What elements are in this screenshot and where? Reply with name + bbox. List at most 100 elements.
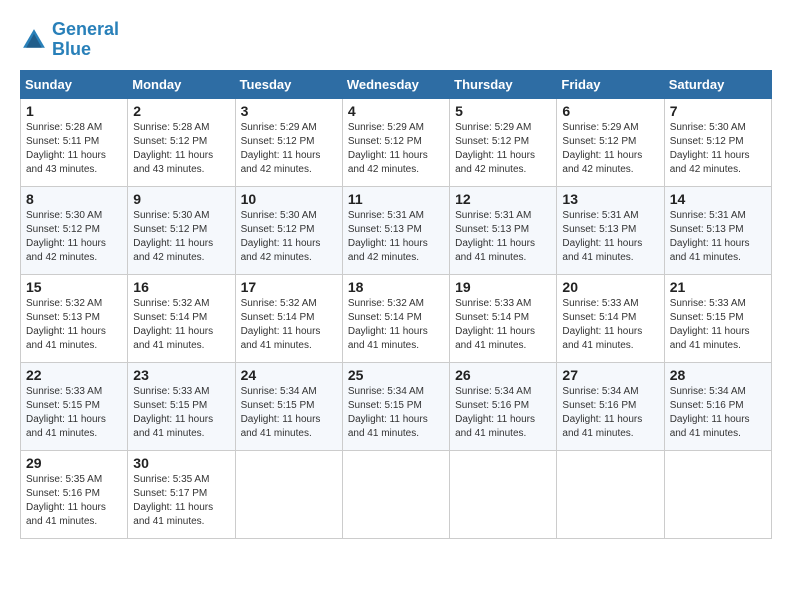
week-row-2: 8 Sunrise: 5:30 AMSunset: 5:12 PMDayligh… (21, 186, 772, 274)
day-number: 25 (348, 367, 444, 383)
week-row-3: 15 Sunrise: 5:32 AMSunset: 5:13 PMDaylig… (21, 274, 772, 362)
day-info: Sunrise: 5:28 AMSunset: 5:11 PMDaylight:… (26, 121, 122, 177)
day-cell-30: 30 Sunrise: 5:35 AMSunset: 5:17 PMDaylig… (128, 450, 235, 538)
day-number: 30 (133, 455, 229, 471)
weekday-friday: Friday (557, 70, 664, 98)
day-info: Sunrise: 5:28 AMSunset: 5:12 PMDaylight:… (133, 121, 229, 177)
empty-cell (664, 450, 771, 538)
day-info: Sunrise: 5:34 AMSunset: 5:15 PMDaylight:… (348, 385, 444, 441)
day-cell-4: 4 Sunrise: 5:29 AMSunset: 5:12 PMDayligh… (342, 98, 449, 186)
day-info: Sunrise: 5:32 AMSunset: 5:14 PMDaylight:… (241, 297, 337, 353)
day-number: 17 (241, 279, 337, 295)
day-number: 24 (241, 367, 337, 383)
day-number: 7 (670, 103, 766, 119)
day-cell-6: 6 Sunrise: 5:29 AMSunset: 5:12 PMDayligh… (557, 98, 664, 186)
day-number: 9 (133, 191, 229, 207)
day-cell-18: 18 Sunrise: 5:32 AMSunset: 5:14 PMDaylig… (342, 274, 449, 362)
day-cell-23: 23 Sunrise: 5:33 AMSunset: 5:15 PMDaylig… (128, 362, 235, 450)
weekday-thursday: Thursday (450, 70, 557, 98)
day-number: 23 (133, 367, 229, 383)
logo-icon (20, 26, 48, 54)
empty-cell (235, 450, 342, 538)
weekday-monday: Monday (128, 70, 235, 98)
day-cell-17: 17 Sunrise: 5:32 AMSunset: 5:14 PMDaylig… (235, 274, 342, 362)
day-info: Sunrise: 5:34 AMSunset: 5:16 PMDaylight:… (670, 385, 766, 441)
day-info: Sunrise: 5:32 AMSunset: 5:13 PMDaylight:… (26, 297, 122, 353)
day-number: 3 (241, 103, 337, 119)
weekday-tuesday: Tuesday (235, 70, 342, 98)
day-number: 21 (670, 279, 766, 295)
day-number: 6 (562, 103, 658, 119)
week-row-1: 1 Sunrise: 5:28 AMSunset: 5:11 PMDayligh… (21, 98, 772, 186)
weekday-row: SundayMondayTuesdayWednesdayThursdayFrid… (21, 70, 772, 98)
day-cell-13: 13 Sunrise: 5:31 AMSunset: 5:13 PMDaylig… (557, 186, 664, 274)
day-number: 26 (455, 367, 551, 383)
day-info: Sunrise: 5:31 AMSunset: 5:13 PMDaylight:… (670, 209, 766, 265)
day-number: 19 (455, 279, 551, 295)
day-number: 2 (133, 103, 229, 119)
logo-text: General Blue (52, 20, 119, 60)
day-number: 16 (133, 279, 229, 295)
day-number: 29 (26, 455, 122, 471)
day-info: Sunrise: 5:33 AMSunset: 5:14 PMDaylight:… (562, 297, 658, 353)
day-number: 5 (455, 103, 551, 119)
calendar-header: SundayMondayTuesdayWednesdayThursdayFrid… (21, 70, 772, 98)
day-info: Sunrise: 5:33 AMSunset: 5:15 PMDaylight:… (26, 385, 122, 441)
day-cell-29: 29 Sunrise: 5:35 AMSunset: 5:16 PMDaylig… (21, 450, 128, 538)
day-info: Sunrise: 5:30 AMSunset: 5:12 PMDaylight:… (670, 121, 766, 177)
day-cell-27: 27 Sunrise: 5:34 AMSunset: 5:16 PMDaylig… (557, 362, 664, 450)
logo: General Blue (20, 20, 119, 60)
weekday-sunday: Sunday (21, 70, 128, 98)
day-number: 15 (26, 279, 122, 295)
day-cell-1: 1 Sunrise: 5:28 AMSunset: 5:11 PMDayligh… (21, 98, 128, 186)
day-cell-11: 11 Sunrise: 5:31 AMSunset: 5:13 PMDaylig… (342, 186, 449, 274)
day-cell-3: 3 Sunrise: 5:29 AMSunset: 5:12 PMDayligh… (235, 98, 342, 186)
day-info: Sunrise: 5:30 AMSunset: 5:12 PMDaylight:… (26, 209, 122, 265)
calendar-body: 1 Sunrise: 5:28 AMSunset: 5:11 PMDayligh… (21, 98, 772, 538)
day-number: 14 (670, 191, 766, 207)
day-number: 8 (26, 191, 122, 207)
day-info: Sunrise: 5:33 AMSunset: 5:14 PMDaylight:… (455, 297, 551, 353)
day-cell-15: 15 Sunrise: 5:32 AMSunset: 5:13 PMDaylig… (21, 274, 128, 362)
day-info: Sunrise: 5:31 AMSunset: 5:13 PMDaylight:… (348, 209, 444, 265)
empty-cell (557, 450, 664, 538)
day-number: 11 (348, 191, 444, 207)
day-info: Sunrise: 5:31 AMSunset: 5:13 PMDaylight:… (562, 209, 658, 265)
day-number: 4 (348, 103, 444, 119)
day-cell-7: 7 Sunrise: 5:30 AMSunset: 5:12 PMDayligh… (664, 98, 771, 186)
day-info: Sunrise: 5:29 AMSunset: 5:12 PMDaylight:… (455, 121, 551, 177)
day-cell-22: 22 Sunrise: 5:33 AMSunset: 5:15 PMDaylig… (21, 362, 128, 450)
day-info: Sunrise: 5:35 AMSunset: 5:17 PMDaylight:… (133, 473, 229, 529)
day-cell-20: 20 Sunrise: 5:33 AMSunset: 5:14 PMDaylig… (557, 274, 664, 362)
day-number: 20 (562, 279, 658, 295)
day-number: 22 (26, 367, 122, 383)
day-info: Sunrise: 5:34 AMSunset: 5:15 PMDaylight:… (241, 385, 337, 441)
day-cell-19: 19 Sunrise: 5:33 AMSunset: 5:14 PMDaylig… (450, 274, 557, 362)
day-cell-2: 2 Sunrise: 5:28 AMSunset: 5:12 PMDayligh… (128, 98, 235, 186)
day-info: Sunrise: 5:30 AMSunset: 5:12 PMDaylight:… (241, 209, 337, 265)
day-info: Sunrise: 5:33 AMSunset: 5:15 PMDaylight:… (133, 385, 229, 441)
day-info: Sunrise: 5:35 AMSunset: 5:16 PMDaylight:… (26, 473, 122, 529)
day-info: Sunrise: 5:33 AMSunset: 5:15 PMDaylight:… (670, 297, 766, 353)
day-cell-5: 5 Sunrise: 5:29 AMSunset: 5:12 PMDayligh… (450, 98, 557, 186)
weekday-saturday: Saturday (664, 70, 771, 98)
day-cell-26: 26 Sunrise: 5:34 AMSunset: 5:16 PMDaylig… (450, 362, 557, 450)
day-cell-16: 16 Sunrise: 5:32 AMSunset: 5:14 PMDaylig… (128, 274, 235, 362)
day-info: Sunrise: 5:34 AMSunset: 5:16 PMDaylight:… (455, 385, 551, 441)
week-row-4: 22 Sunrise: 5:33 AMSunset: 5:15 PMDaylig… (21, 362, 772, 450)
calendar-table: SundayMondayTuesdayWednesdayThursdayFrid… (20, 70, 772, 539)
week-row-5: 29 Sunrise: 5:35 AMSunset: 5:16 PMDaylig… (21, 450, 772, 538)
empty-cell (342, 450, 449, 538)
day-cell-12: 12 Sunrise: 5:31 AMSunset: 5:13 PMDaylig… (450, 186, 557, 274)
day-cell-21: 21 Sunrise: 5:33 AMSunset: 5:15 PMDaylig… (664, 274, 771, 362)
weekday-wednesday: Wednesday (342, 70, 449, 98)
day-number: 13 (562, 191, 658, 207)
page-header: General Blue (20, 20, 772, 60)
day-number: 28 (670, 367, 766, 383)
day-number: 10 (241, 191, 337, 207)
day-cell-14: 14 Sunrise: 5:31 AMSunset: 5:13 PMDaylig… (664, 186, 771, 274)
day-info: Sunrise: 5:31 AMSunset: 5:13 PMDaylight:… (455, 209, 551, 265)
empty-cell (450, 450, 557, 538)
day-cell-10: 10 Sunrise: 5:30 AMSunset: 5:12 PMDaylig… (235, 186, 342, 274)
day-info: Sunrise: 5:29 AMSunset: 5:12 PMDaylight:… (562, 121, 658, 177)
